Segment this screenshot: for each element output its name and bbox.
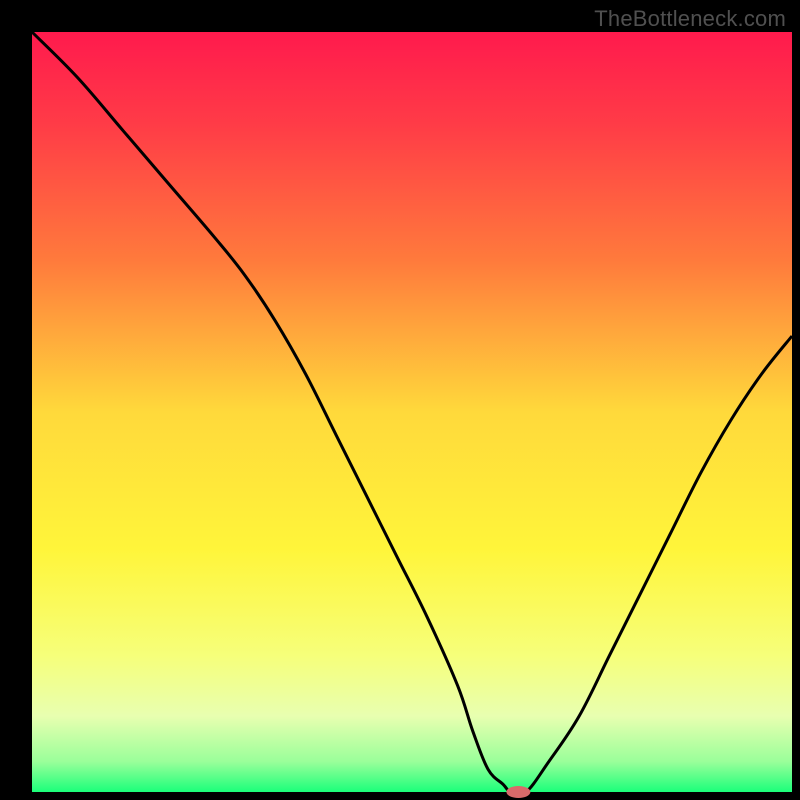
- chart-container: TheBottleneck.com: [0, 0, 800, 800]
- plot-background: [32, 32, 792, 792]
- watermark-text: TheBottleneck.com: [594, 6, 786, 32]
- optimal-point-marker: [506, 786, 530, 798]
- bottleneck-chart: [0, 0, 800, 800]
